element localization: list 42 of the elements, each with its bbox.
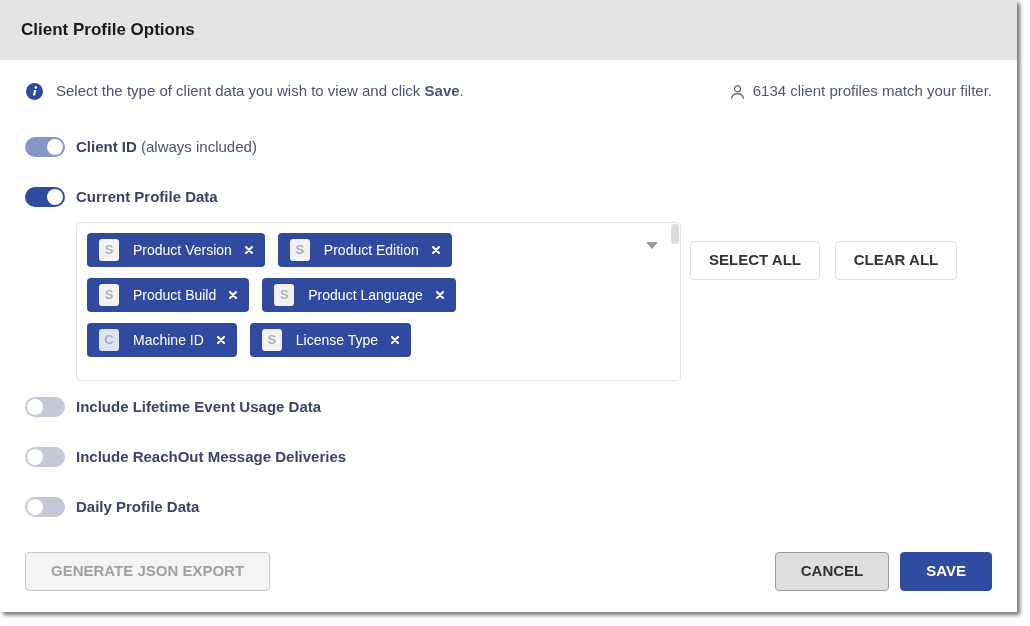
type-badge: S bbox=[99, 284, 119, 306]
save-button[interactable]: SAVE bbox=[900, 552, 992, 591]
type-badge: S bbox=[261, 329, 282, 351]
remove-icon[interactable] bbox=[244, 246, 253, 254]
info-icon bbox=[26, 82, 43, 100]
remove-icon[interactable] bbox=[431, 246, 440, 254]
tag-label: License Type bbox=[295, 330, 379, 350]
tag-label: Machine ID bbox=[133, 330, 204, 350]
selected-tag[interactable]: S Product Version bbox=[87, 233, 265, 267]
caret-icon[interactable] bbox=[646, 242, 658, 249]
scrollbar-thumb[interactable] bbox=[671, 224, 679, 244]
selected-tag[interactable]: S Product Edition bbox=[277, 233, 452, 267]
selected-tag[interactable]: S License Type bbox=[249, 323, 412, 357]
dialog-title: Client Profile Options bbox=[21, 19, 195, 42]
type-badge: S bbox=[99, 239, 119, 261]
type-badge: S bbox=[289, 239, 310, 261]
remove-icon[interactable] bbox=[435, 291, 444, 299]
remove-icon[interactable] bbox=[216, 336, 225, 344]
type-badge: S bbox=[274, 284, 295, 306]
select-all-button[interactable]: SELECT ALL bbox=[690, 241, 820, 280]
tag-label: Product Version bbox=[133, 240, 232, 260]
option-label: Client ID (always included) bbox=[76, 136, 257, 157]
selected-tag[interactable]: S Product Language bbox=[262, 278, 456, 312]
option-label: Current Profile Data bbox=[76, 186, 218, 207]
toggle-switch[interactable] bbox=[25, 497, 65, 517]
person-icon bbox=[729, 83, 745, 99]
tag-label: Product Edition bbox=[323, 240, 419, 260]
cancel-button[interactable]: CANCEL bbox=[774, 552, 890, 591]
toggle-switch[interactable] bbox=[25, 447, 65, 467]
option-label: Daily Profile Data bbox=[76, 496, 200, 517]
instruction-text: Select the type of client data you wish to view and click Save. bbox=[56, 80, 464, 101]
remove-icon[interactable] bbox=[391, 336, 400, 344]
toggle-switch[interactable] bbox=[25, 397, 65, 417]
match-count-text: 6134 client profiles match your filter. bbox=[752, 80, 992, 101]
toggle-switch[interactable] bbox=[25, 187, 65, 207]
tag-label: Product Language bbox=[308, 285, 423, 305]
tag-label: Product Build bbox=[133, 285, 217, 305]
selected-tag[interactable]: S Product Build bbox=[87, 278, 250, 312]
clear-all-button[interactable]: CLEAR ALL bbox=[835, 241, 957, 280]
option-label: Include ReachOut Message Deliveries bbox=[76, 446, 347, 467]
remove-icon[interactable] bbox=[229, 291, 238, 299]
option-label: Include Lifetime Event Usage Data bbox=[76, 396, 322, 417]
